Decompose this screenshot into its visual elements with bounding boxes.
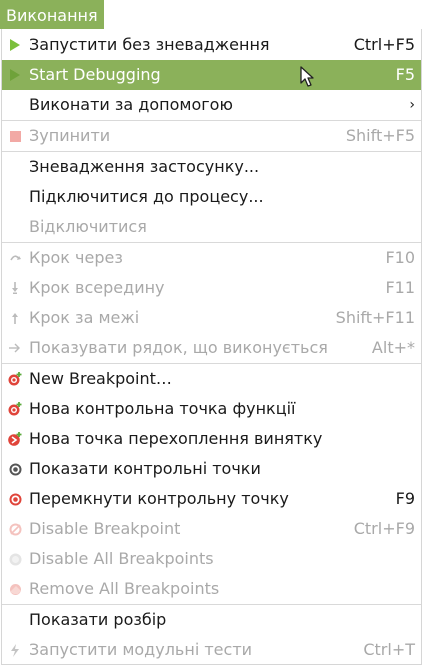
- menu-item-label: Start Debugging: [29, 65, 161, 84]
- menu-item-shortcut: Ctrl+F5: [353, 35, 415, 54]
- step-out-icon: [8, 311, 22, 325]
- menu-item-shortcut: F11: [385, 278, 415, 297]
- menu-item-step-over[interactable]: Крок через F10: [2, 243, 421, 273]
- menubar: Виконання: [0, 0, 422, 29]
- remove-all-breakpoints-icon: [8, 582, 22, 596]
- new-exception-catchpoint-icon: [8, 432, 22, 446]
- menu-item-run-with[interactable]: Виконати за допомогою ›: [2, 90, 421, 120]
- menu-item-label: Disable Breakpoint: [29, 519, 181, 538]
- menu-item-shortcut: F5: [395, 65, 415, 84]
- breakpoints-list-icon: [8, 462, 22, 476]
- menu-title-run[interactable]: Виконання: [0, 0, 104, 29]
- step-into-icon: [8, 281, 22, 295]
- menu-item-toggle-breakpoint[interactable]: Перемкнути контрольну точку F9: [2, 484, 421, 514]
- menu-item-shortcut: Ctrl+F9: [353, 519, 415, 538]
- menu-item-label: Перемкнути контрольну точку: [29, 489, 289, 508]
- menu-item-shortcut: Alt+*: [371, 338, 415, 357]
- menu-item-label: Крок всередину: [29, 278, 165, 297]
- step-over-icon: [8, 251, 22, 265]
- menu-item-label: Disable All Breakpoints: [29, 549, 214, 568]
- menu-item-detach[interactable]: Відключитися: [2, 212, 421, 242]
- menu-item-run-without-debugging[interactable]: Запустити без зневадження Ctrl+F5: [2, 30, 421, 60]
- menu-item-label: Запустити без зневадження: [29, 35, 270, 54]
- new-function-breakpoint-icon: [8, 402, 22, 416]
- submenu-arrow-icon: ›: [409, 97, 415, 113]
- menu-item-start-debugging[interactable]: Start Debugging F5: [2, 60, 421, 90]
- menu-item-label: Запустити модульні тести: [29, 640, 253, 659]
- menu-item-show-disassembly[interactable]: Показати розбір: [2, 605, 421, 635]
- menu-item-debug-application[interactable]: Зневадження застосунку...: [2, 152, 421, 182]
- new-breakpoint-icon: [8, 372, 22, 386]
- run-dropdown-menu: Запустити без зневадження Ctrl+F5 Start …: [1, 29, 422, 665]
- menu-item-shortcut: Shift+F5: [345, 126, 415, 145]
- menu-item-label: Показати контрольні точки: [29, 459, 261, 478]
- menu-item-new-breakpoint[interactable]: New Breakpoint…: [2, 364, 421, 394]
- menu-item-stop[interactable]: Зупинити Shift+F5: [2, 121, 421, 151]
- run-unit-tests-icon: [8, 643, 22, 657]
- menu-item-disable-breakpoint[interactable]: Disable Breakpoint Ctrl+F9: [2, 514, 421, 544]
- disable-all-breakpoints-icon: [8, 552, 22, 566]
- menu-item-label: New Breakpoint…: [29, 369, 172, 388]
- menu-item-label: Нова точка перехоплення винятку: [29, 429, 323, 448]
- menu-item-label: Виконати за допомогою: [29, 95, 233, 114]
- menu-item-label: Показати розбір: [29, 610, 167, 629]
- menu-item-label: Крок через: [29, 248, 123, 267]
- menu-item-label: Зупинити: [29, 126, 111, 145]
- debug-play-icon: [8, 68, 22, 82]
- menu-item-shortcut: F9: [395, 489, 415, 508]
- disable-breakpoint-icon: [8, 522, 22, 536]
- menu-item-label: Нова контрольна точка функції: [29, 399, 296, 418]
- mouse-pointer-icon: [300, 66, 316, 88]
- menu-item-label: Підключитися до процесу...: [29, 187, 264, 206]
- menu-item-new-exception-catchpoint[interactable]: Нова точка перехоплення винятку: [2, 424, 421, 454]
- menu-item-show-breakpoints[interactable]: Показати контрольні точки: [2, 454, 421, 484]
- menu-item-step-out[interactable]: Крок за межі Shift+F11: [2, 303, 421, 333]
- play-icon: [8, 38, 22, 52]
- menu-item-attach-to-process[interactable]: Підключитися до процесу...: [2, 182, 421, 212]
- stop-icon: [8, 129, 22, 143]
- menu-item-step-into[interactable]: Крок всередину F11: [2, 273, 421, 303]
- menu-item-disable-all-breakpoints[interactable]: Disable All Breakpoints: [2, 544, 421, 574]
- menu-item-label: Remove All Breakpoints: [29, 579, 220, 598]
- menu-item-shortcut: Shift+F11: [335, 308, 415, 327]
- menu-item-label: Показувати рядок, що виконується: [29, 338, 328, 357]
- menu-item-new-function-breakpoint[interactable]: Нова контрольна точка функції: [2, 394, 421, 424]
- menu-item-remove-all-breakpoints[interactable]: Remove All Breakpoints: [2, 574, 421, 604]
- menu-item-run-unit-tests[interactable]: Запустити модульні тести Ctrl+T: [2, 635, 421, 665]
- menu-item-label: Відключитися: [29, 217, 147, 236]
- menu-item-label: Зневадження застосунку...: [29, 157, 260, 176]
- menu-item-shortcut: Ctrl+T: [363, 640, 415, 659]
- show-next-statement-icon: [8, 341, 22, 355]
- menu-item-shortcut: F10: [385, 248, 415, 267]
- toggle-breakpoint-icon: [8, 492, 22, 506]
- menu-item-show-next-statement[interactable]: Показувати рядок, що виконується Alt+*: [2, 333, 421, 363]
- menu-item-label: Крок за межі: [29, 308, 140, 327]
